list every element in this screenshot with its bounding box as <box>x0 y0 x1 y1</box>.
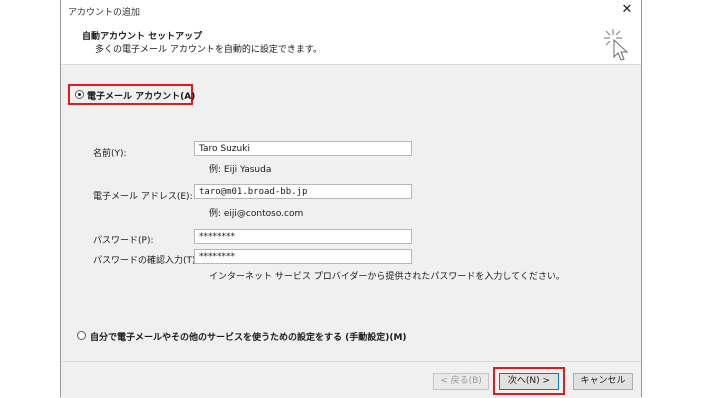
password-confirm-field[interactable]: ******** <box>194 249 412 264</box>
cancel-button[interactable]: キャンセル <box>573 373 633 390</box>
password-hint: インターネット サービス プロバイダーから提供されたパスワードを入力してください… <box>209 272 565 282</box>
next-button[interactable]: 次へ(N) > <box>499 373 559 390</box>
settings-panel: 電子メール アカウント(A) 名前(Y): Taro Suzuki 例: Eij… <box>61 65 641 361</box>
email-account-radio[interactable] <box>75 90 84 99</box>
email-account-label: 電子メール アカウント(A) <box>87 92 196 102</box>
header-subtitle: 多くの電子メール アカウントを自動的に設定できます。 <box>95 45 322 55</box>
manual-setup-radio[interactable] <box>77 331 86 340</box>
cursor-sparkle-icon <box>604 29 629 61</box>
password-confirm-label: パスワードの確認入力(T): <box>93 256 199 266</box>
button-bar: < 戻る(B) 次へ(N) > キャンセル <box>61 361 641 398</box>
email-account-option[interactable]: 電子メール アカウント(A) <box>68 84 196 105</box>
email-label: 電子メール アドレス(E): <box>93 192 193 202</box>
email-example: 例: eiji@contoso.com <box>209 209 304 219</box>
password-field[interactable]: ******** <box>194 229 412 244</box>
add-account-dialog: アカウントの追加 ✕ 自動アカウント セットアップ 多くの電子メール アカウント… <box>60 0 642 398</box>
back-button[interactable]: < 戻る(B) <box>433 373 489 390</box>
close-icon[interactable]: ✕ <box>619 2 635 18</box>
name-example: 例: Eiji Yasuda <box>209 165 272 175</box>
manual-setup-option[interactable]: 自分で電子メールやその他のサービスを使うための設定をする (手動設定)(M) <box>77 329 417 343</box>
manual-setup-label: 自分で電子メールやその他のサービスを使うための設定をする (手動設定)(M) <box>90 333 407 343</box>
header-title: 自動アカウント セットアップ <box>82 32 203 42</box>
window-title: アカウントの追加 <box>68 8 141 18</box>
email-field[interactable]: taro@m01.broad-bb.jp <box>194 184 412 199</box>
name-label: 名前(Y): <box>93 149 127 159</box>
password-label: パスワード(P): <box>93 236 154 246</box>
title-bar: アカウントの追加 ✕ <box>61 0 641 22</box>
name-field[interactable]: Taro Suzuki <box>194 141 412 156</box>
header-panel: 自動アカウント セットアップ 多くの電子メール アカウントを自動的に設定できます… <box>61 22 641 65</box>
